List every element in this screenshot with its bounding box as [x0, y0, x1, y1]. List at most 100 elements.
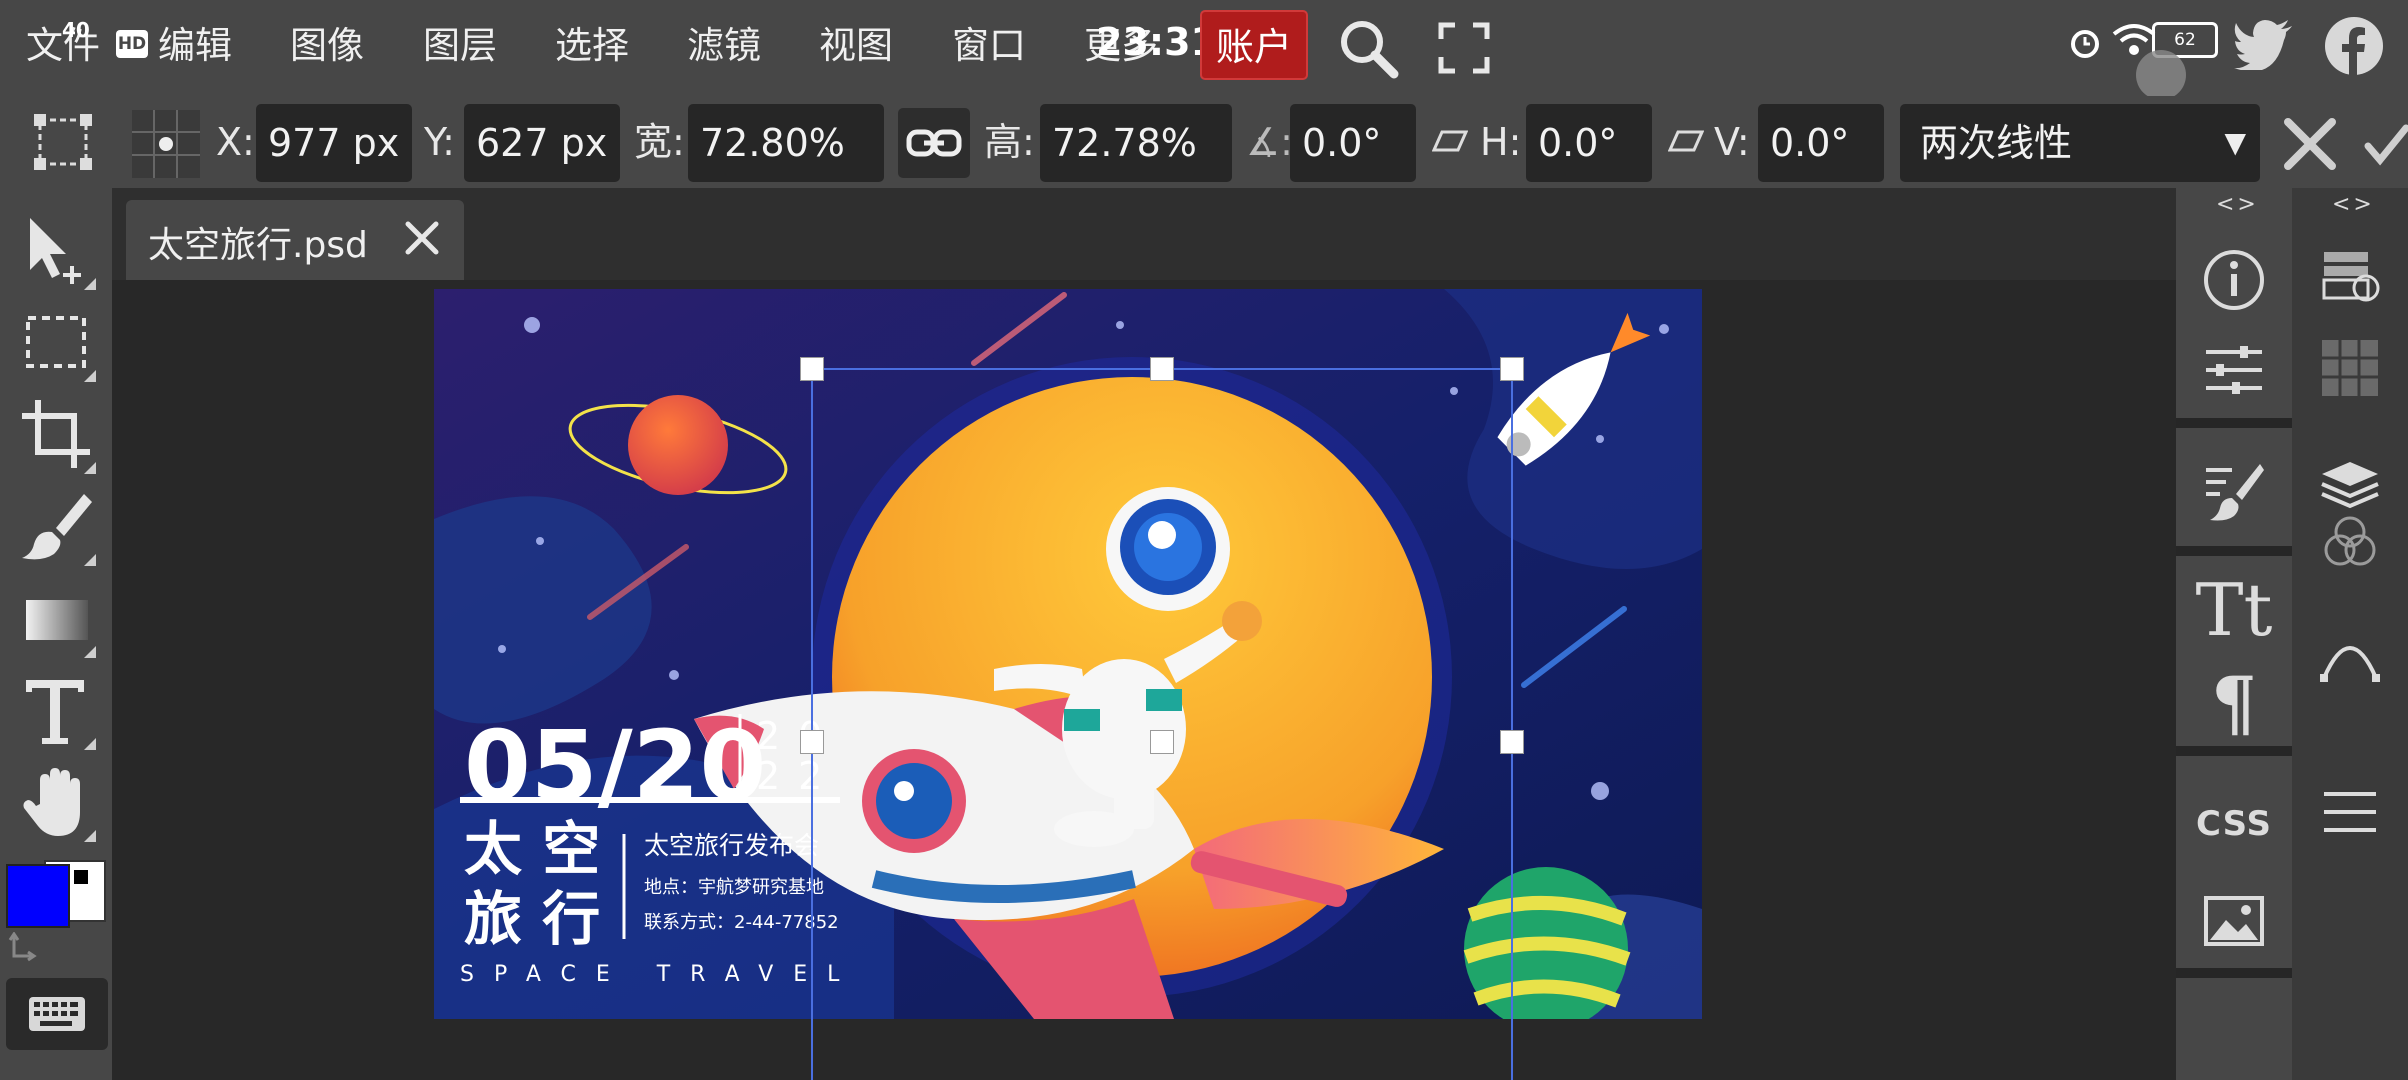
transform-handle-top-right[interactable]: [1500, 357, 1524, 381]
menubar: 文件 编辑 图像 图层 选择 滤镜 视图 窗口 更多 40 HD 23:31 账…: [0, 0, 2408, 100]
info-icon[interactable]: [2202, 248, 2266, 312]
tool-submenu-indicator: [84, 370, 96, 382]
menu-select[interactable]: 选择: [555, 18, 629, 74]
crop-tool[interactable]: [18, 396, 98, 476]
transform-handle-top-left[interactable]: [800, 357, 824, 381]
skew-v-label: V:: [1714, 120, 1750, 164]
brush-tool[interactable]: [18, 488, 98, 568]
twitter-icon[interactable]: [2234, 20, 2294, 70]
default-colors-icon[interactable]: [72, 868, 90, 886]
gradient-tool[interactable]: [18, 580, 98, 660]
y-label: Y:: [424, 120, 455, 164]
image-canvas[interactable]: 05/20 20 22 太 空 旅 行 太空旅行发布会 地点：宇航梦研究基地 联…: [434, 289, 1702, 1019]
document-tab[interactable]: 太空旅行.psd: [126, 200, 464, 280]
swatches-icon[interactable]: [2318, 336, 2382, 400]
menu-window[interactable]: 窗口: [952, 18, 1026, 74]
tool-submenu-indicator: [84, 554, 96, 566]
width-field[interactable]: 72.80%: [688, 104, 884, 182]
height-field[interactable]: 72.78%: [1040, 104, 1232, 182]
move-tool[interactable]: [18, 212, 98, 292]
cancel-transform-icon[interactable]: [2282, 116, 2338, 172]
toolbar: [0, 188, 112, 1080]
skew-h-field[interactable]: 0.0°: [1526, 104, 1652, 182]
paths-icon[interactable]: [2318, 624, 2382, 688]
tool-submenu-indicator: [84, 278, 96, 290]
marquee-tool[interactable]: [18, 304, 98, 384]
status-time: 23:31: [1096, 20, 1217, 64]
skew-vertical-icon: [1668, 130, 1704, 152]
adjustments-icon[interactable]: [2202, 338, 2266, 402]
brush-settings-icon[interactable]: [2202, 460, 2266, 524]
interpolation-select[interactable]: 两次线性 ▼: [1900, 104, 2260, 182]
panel-group-brush: [2176, 438, 2292, 556]
link-proportions-button[interactable]: [898, 108, 970, 178]
history-icon[interactable]: [2318, 244, 2382, 308]
tool-submenu-indicator: [84, 462, 96, 474]
poster-artwork: 05/20 20 22 太 空 旅 行 太空旅行发布会 地点：宇航梦研究基地 联…: [434, 289, 1702, 1019]
skew-horizontal-icon: [1432, 130, 1468, 152]
menu-layer[interactable]: 图层: [423, 18, 497, 74]
poster-title-line2: 旅 行: [464, 885, 600, 953]
account-button[interactable]: 账户: [1200, 10, 1308, 80]
keyboard-button[interactable]: [6, 978, 108, 1050]
angle-label: ∡:: [1246, 120, 1293, 164]
reference-point-icon[interactable]: [132, 110, 200, 178]
menu-view[interactable]: 视图: [819, 18, 893, 74]
menu-edit[interactable]: 编辑: [158, 18, 232, 74]
avatar[interactable]: [2136, 50, 2186, 100]
free-transform-icon[interactable]: [32, 112, 94, 172]
collapse-toggle-icon[interactable]: <>: [2332, 192, 2375, 217]
tool-submenu-indicator: [84, 738, 96, 750]
fullscreen-icon[interactable]: [1438, 22, 1490, 74]
transform-handle-top[interactable]: [1150, 357, 1174, 381]
x-label: X:: [216, 120, 255, 164]
y-field[interactable]: 627 px: [464, 104, 620, 182]
foreground-color-swatch[interactable]: [6, 864, 70, 928]
swap-colors-icon[interactable]: [8, 932, 38, 962]
width-label: 宽:: [634, 120, 685, 164]
skew-h-label: H:: [1480, 120, 1522, 164]
close-icon[interactable]: [402, 218, 442, 258]
panel-group-info: [2176, 222, 2292, 428]
alarm-icon: [2071, 30, 2099, 58]
character-icon[interactable]: Tt: [2176, 568, 2292, 652]
text-tool[interactable]: [18, 672, 98, 752]
angle-field[interactable]: 0.0°: [1290, 104, 1416, 182]
panel-group-css: CSS: [2176, 772, 2292, 978]
commit-transform-icon[interactable]: [2364, 122, 2408, 166]
height-label: 高:: [984, 120, 1035, 164]
skew-v-field[interactable]: 0.0°: [1758, 104, 1884, 182]
poster-location: 地点：宇航梦研究基地: [644, 877, 824, 898]
menu-image[interactable]: 图像: [290, 18, 364, 74]
poster-year-top: 20: [756, 714, 840, 758]
tool-submenu-indicator: [84, 830, 96, 842]
transform-handle-left[interactable]: [800, 730, 824, 754]
channels-icon[interactable]: [2318, 510, 2382, 574]
dropdown-arrow-icon: ▼: [2224, 126, 2246, 159]
link-icon: [906, 129, 962, 157]
search-icon[interactable]: [1336, 16, 1400, 80]
poster-contact: 联系方式：2-44-77852: [644, 912, 839, 933]
facebook-icon[interactable]: [2324, 16, 2384, 76]
keyboard-icon: [29, 997, 85, 1031]
interpolation-value: 两次线性: [1920, 121, 2073, 165]
document-tab-bar: 太空旅行.psd: [112, 188, 2176, 280]
x-field[interactable]: 977 px: [256, 104, 412, 182]
transform-handle-right[interactable]: [1500, 730, 1524, 754]
collapse-toggle-icon[interactable]: <>: [2216, 192, 2259, 217]
status-network-speed: 40: [62, 18, 90, 42]
hand-tool[interactable]: [18, 764, 98, 844]
panel-group-text: Tt ¶: [2176, 560, 2292, 756]
css-icon[interactable]: CSS: [2176, 804, 2292, 844]
options-bar: X: 977 px Y: 627 px 宽: 72.80% 高: 72.78% …: [0, 96, 2408, 188]
image-icon[interactable]: [2202, 890, 2266, 954]
transform-handle-center[interactable]: [1150, 730, 1174, 754]
menu-filter[interactable]: 滤镜: [687, 18, 761, 74]
poster-english-title: SPACE TRAVEL: [460, 962, 859, 987]
menu-icon[interactable]: [2318, 780, 2382, 844]
poster-year-bottom: 22: [756, 754, 840, 798]
paragraph-icon[interactable]: ¶: [2176, 660, 2292, 745]
poster-date: 05/20: [464, 710, 766, 822]
panel-column-primary: <> Tt ¶ CSS: [2176, 188, 2292, 1080]
hd-badge-icon: HD: [116, 30, 148, 58]
